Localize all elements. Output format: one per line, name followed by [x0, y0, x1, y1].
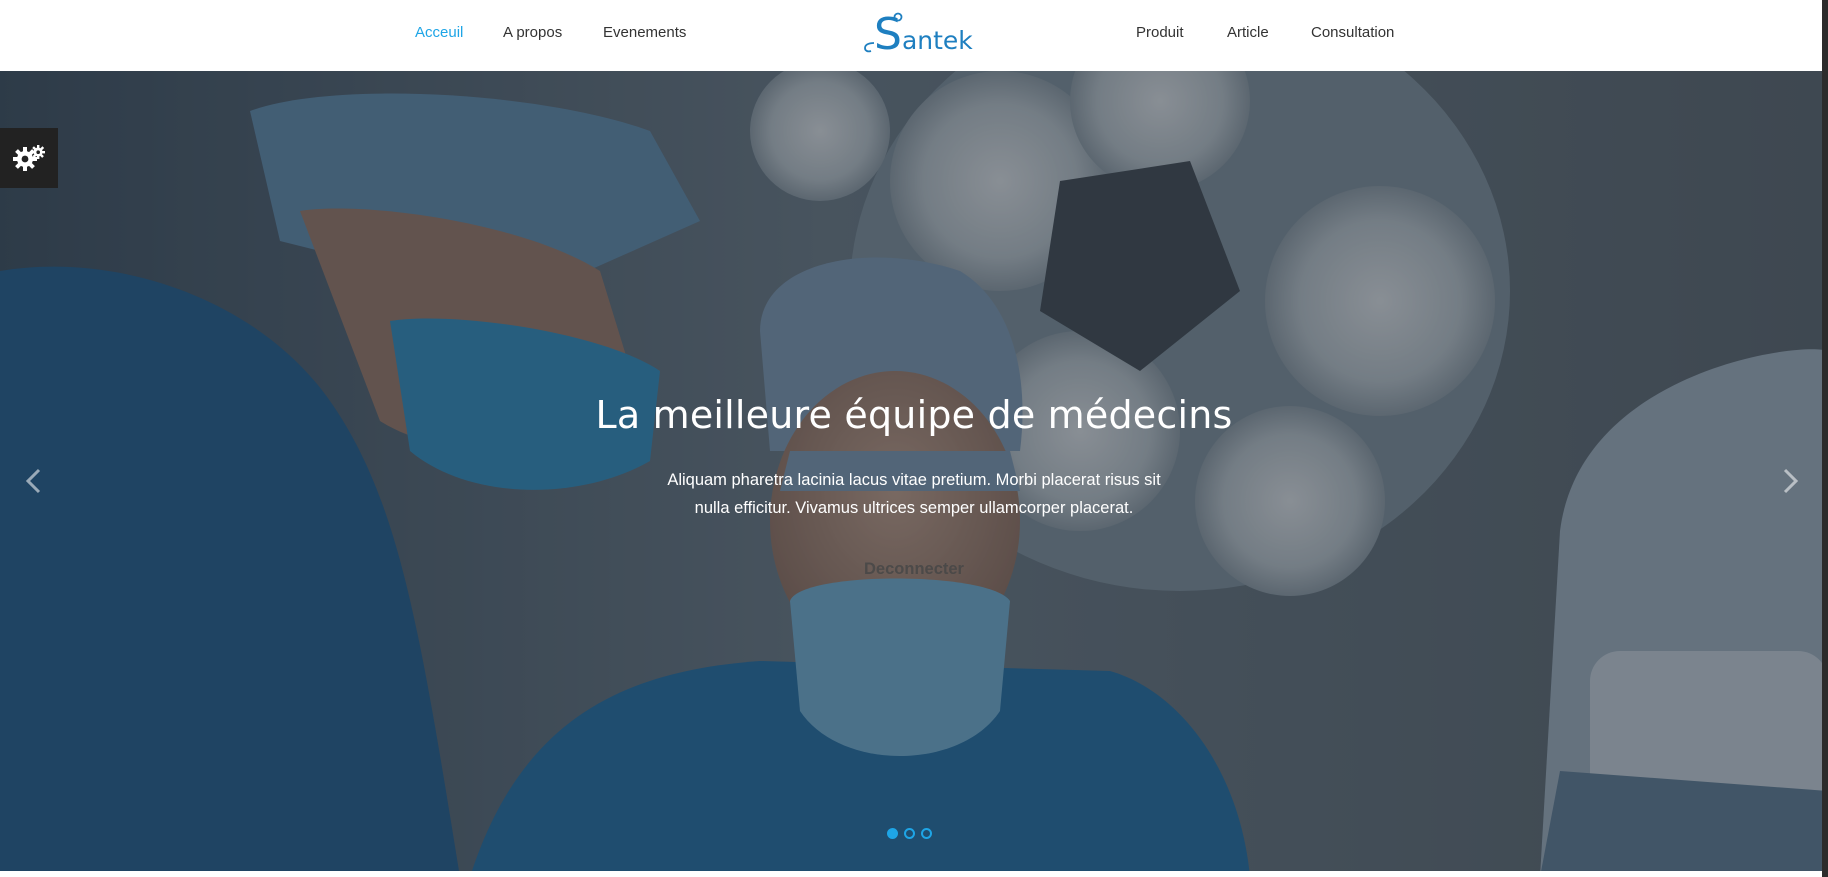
- gears-icon: [13, 145, 45, 171]
- hero-slider: La meilleure équipe de médecins Aliquam …: [0, 71, 1828, 877]
- slider-next-button[interactable]: [1770, 456, 1810, 506]
- hero-description-line-1: Aliquam pharetra lacinia lacus vitae pre…: [667, 471, 1161, 489]
- chevron-right-icon: [1783, 468, 1799, 494]
- page-bottom-edge: [0, 871, 1828, 877]
- site-header: Acceuil A propos Evenements Santek Produ…: [0, 0, 1828, 71]
- nav-link-article[interactable]: Article: [1227, 24, 1269, 41]
- vertical-scrollbar[interactable]: [1822, 0, 1828, 877]
- nav-link-a-propos[interactable]: A propos: [503, 24, 562, 41]
- settings-toggle-button[interactable]: [0, 128, 58, 188]
- deconnecter-button[interactable]: Deconnecter: [834, 553, 994, 585]
- nav-link-produit[interactable]: Produit: [1136, 24, 1184, 41]
- hero-description: Aliquam pharetra lacinia lacus vitae pre…: [614, 466, 1214, 522]
- santek-logo[interactable]: Santek: [862, 12, 973, 57]
- slider-dot-2[interactable]: [904, 828, 915, 839]
- logo-initial: S: [874, 9, 902, 60]
- slider-dot-3[interactable]: [921, 828, 932, 839]
- hero-description-line-2: nulla efficitur. Vivamus ultrices semper…: [694, 499, 1134, 517]
- nav-link-consultation[interactable]: Consultation: [1311, 24, 1394, 41]
- slider-pagination: [887, 828, 943, 842]
- nav-link-evenements[interactable]: Evenements: [603, 24, 686, 41]
- nav-link-acceuil[interactable]: Acceuil: [415, 24, 463, 41]
- logo-name: antek: [901, 26, 973, 55]
- logo-wordmark: Santek: [874, 13, 973, 63]
- slider-dot-1[interactable]: [887, 828, 898, 839]
- chevron-left-icon: [25, 468, 41, 494]
- hero-title: La meilleure équipe de médecins: [595, 393, 1233, 437]
- slider-prev-button[interactable]: [14, 456, 54, 506]
- page: Acceuil A propos Evenements Santek Produ…: [0, 0, 1828, 877]
